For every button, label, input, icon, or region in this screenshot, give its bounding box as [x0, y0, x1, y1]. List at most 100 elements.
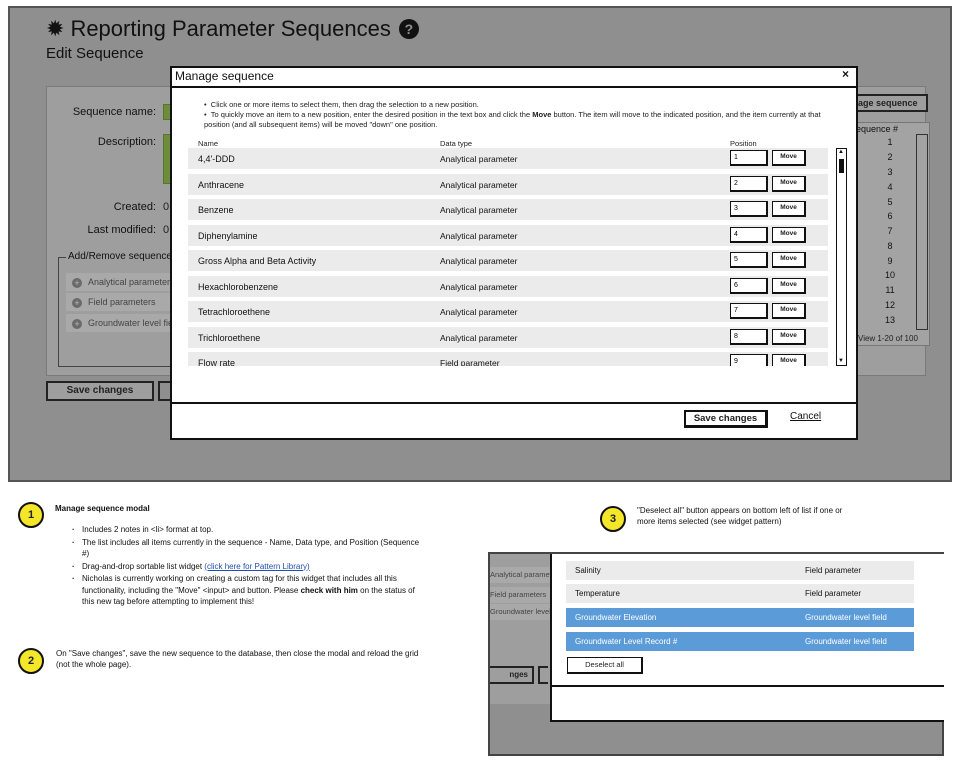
cancel-link[interactable]: Cancel — [790, 411, 821, 422]
move-button[interactable]: Move — [772, 329, 806, 345]
move-button[interactable]: Move — [772, 303, 806, 319]
selected-list-item[interactable]: Groundwater Elevation Groundwater level f… — [566, 608, 914, 627]
sequence-column-header: equence # — [856, 124, 899, 134]
move-button[interactable]: Move — [772, 278, 806, 294]
annotation-badge-1: 1 — [18, 502, 44, 528]
column-header-position: Position — [730, 139, 757, 148]
annotation-3-text: "Deselect all" button appears on bottom … — [637, 506, 843, 526]
move-button[interactable]: Move — [772, 176, 806, 192]
mini-background-secondary-button — [538, 666, 548, 684]
position-input[interactable] — [730, 150, 768, 166]
item-data-type: Analytical parameter — [440, 256, 518, 266]
plus-circle-icon: + — [72, 278, 82, 288]
item-name: Gross Alpha and Beta Activity — [198, 256, 317, 266]
modal-footer-divider — [172, 402, 856, 404]
item-name: Tetrachloroethene — [198, 307, 271, 317]
list-scrollbar[interactable] — [836, 148, 847, 366]
position-input[interactable] — [730, 252, 768, 268]
sequence-number: 8 — [887, 241, 893, 251]
page-title-text: Reporting Parameter Sequences — [70, 16, 391, 41]
sequence-number: 4 — [887, 182, 893, 192]
list-item[interactable]: Trichloroethene Analytical parameter Move — [188, 327, 828, 348]
item-data-type: Field parameter — [805, 566, 862, 575]
item-name: Groundwater Level Record # — [575, 637, 678, 646]
created-value: 0 — [163, 201, 170, 213]
list-item[interactable]: 4,4'-DDD Analytical parameter Move — [188, 148, 828, 169]
position-input[interactable] — [730, 329, 768, 345]
sequence-number: 9 — [887, 256, 893, 266]
item-data-type: Analytical parameter — [440, 231, 518, 241]
sequence-number: 1 — [887, 137, 893, 147]
add-groundwater-level-fields[interactable]: + Groundwater level fields — [66, 314, 178, 332]
annotation-1-bullet: The list includes all items currently in… — [72, 537, 422, 560]
move-button[interactable]: Move — [772, 201, 806, 217]
position-input[interactable] — [730, 201, 768, 217]
list-item[interactable]: Benzene Analytical parameter Move — [188, 199, 828, 220]
item-name: Anthracene — [198, 180, 245, 190]
sequence-number: 5 — [887, 197, 893, 207]
list-item[interactable]: Salinity Field parameter — [566, 561, 914, 580]
item-name: Temperature — [575, 589, 620, 598]
item-name: Groundwater Elevation — [575, 613, 657, 622]
sortable-sequence-list[interactable]: 4,4'-DDDAnalytical parameterMoveAnthrace… — [188, 148, 828, 366]
sequence-number: 13 — [884, 315, 895, 325]
list-item[interactable]: Temperature Field parameter — [566, 584, 914, 603]
move-button[interactable]: Move — [772, 252, 806, 268]
pattern-library-link[interactable]: (click here for Pattern Library) — [204, 562, 309, 571]
save-changes-button[interactable]: Save changes — [684, 410, 768, 428]
background-save-button[interactable]: Save changes — [46, 381, 154, 401]
page-subtitle: Edit Sequence — [46, 45, 144, 62]
gear-icon: ✹ — [46, 16, 65, 41]
created-label: Created: — [113, 201, 156, 213]
move-button[interactable]: Move — [772, 354, 806, 366]
move-button[interactable]: Move — [772, 227, 806, 243]
list-item[interactable]: Tetrachloroethene Analytical parameter Mov… — [188, 301, 828, 322]
selected-list-item[interactable]: Groundwater Level Record # Groundwater le… — [566, 632, 914, 651]
last-modified-label: Last modified: — [87, 224, 156, 236]
item-data-type: Analytical parameter — [440, 180, 518, 190]
sequence-number: 6 — [887, 211, 893, 221]
position-input[interactable] — [730, 227, 768, 243]
column-header-data-type: Data type — [440, 139, 473, 148]
move-button[interactable]: Move — [772, 150, 806, 166]
modal-note-1: • Click one or more items to select them… — [204, 100, 479, 109]
scroll-thumb[interactable] — [839, 159, 844, 173]
item-data-type: Groundwater level field — [805, 613, 887, 622]
scroll-down-icon[interactable]: ▼ — [838, 358, 844, 364]
list-item[interactable]: Anthracene Analytical parameter Move — [188, 174, 828, 195]
list-item[interactable]: Gross Alpha and Beta Activity Analytical … — [188, 250, 828, 271]
annotation-badge-2: 2 — [18, 648, 44, 674]
sequence-number: 10 — [884, 270, 895, 280]
position-input[interactable] — [730, 303, 768, 319]
deselect-all-button[interactable]: Deselect all — [567, 657, 643, 674]
plus-circle-icon: + — [72, 319, 82, 329]
position-input[interactable] — [730, 278, 768, 294]
list-item[interactable]: Hexachlorobenzene Analytical parameter Mov… — [188, 276, 828, 297]
position-input[interactable] — [730, 176, 768, 192]
item-data-type: Analytical parameter — [440, 154, 518, 164]
add-analytical-parameters[interactable]: + Analytical parameters — [66, 273, 178, 291]
position-input[interactable] — [730, 354, 768, 366]
item-name: Flow rate — [198, 358, 236, 366]
item-data-type: Field parameter — [805, 589, 862, 598]
list-item[interactable]: Diphenylamine Analytical parameter Move — [188, 225, 828, 246]
add-field-parameters[interactable]: + Field parameters — [66, 293, 178, 311]
item-data-type: Field parameter — [440, 358, 500, 366]
annotation-2-text: On "Save changes", save the new sequence… — [56, 649, 419, 669]
sequence-number: 11 — [885, 285, 895, 295]
plus-circle-icon: + — [72, 298, 82, 308]
item-data-type: Groundwater level field — [805, 637, 887, 646]
sequence-grid-scrollbar[interactable] — [916, 134, 928, 330]
scroll-up-icon[interactable]: ▲ — [838, 149, 844, 155]
item-name: Benzene — [198, 205, 234, 215]
item-name: Trichloroethene — [198, 333, 261, 343]
manage-sequence-button[interactable]: age sequence — [848, 94, 928, 112]
add-remove-title: Add/Remove sequence — [66, 251, 174, 262]
close-icon[interactable]: × — [842, 67, 849, 81]
item-name: Hexachlorobenzene — [198, 282, 279, 292]
list-item[interactable]: Flow rate Field parameter Move — [188, 352, 828, 366]
mini-left-item: Groundwater level fields — [490, 604, 552, 620]
help-icon[interactable]: ? — [398, 19, 419, 39]
annotation-1-bullets: Includes 2 notes in <li> format at top. … — [72, 524, 422, 609]
item-name: Diphenylamine — [198, 231, 258, 241]
